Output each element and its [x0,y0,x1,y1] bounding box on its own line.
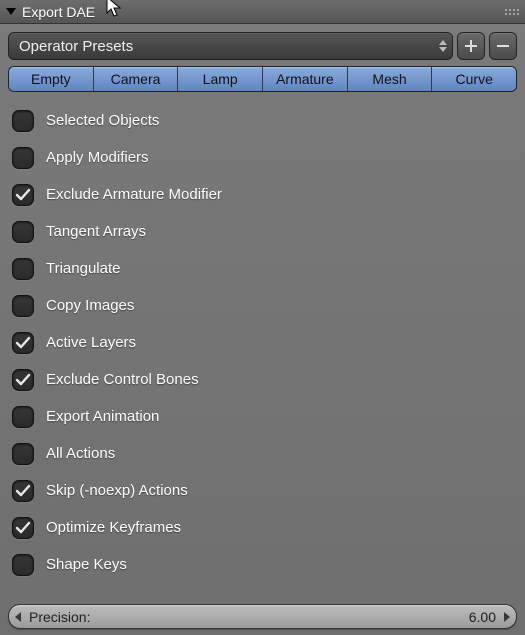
option-checkbox[interactable] [12,221,34,243]
option-row: Shape Keys [12,546,517,583]
minus-icon [496,39,510,53]
checkmark-icon [15,520,31,536]
option-checkbox[interactable] [12,184,34,206]
precision-label: Precision: [29,609,90,625]
option-label: Exclude Armature Modifier [46,186,222,203]
object-type-filter: Empty Camera Lamp Armature Mesh Curve [8,66,517,92]
panel-drag-grip-icon[interactable] [505,9,519,15]
option-label: Tangent Arrays [46,223,146,240]
option-label: All Actions [46,445,115,462]
option-checkbox[interactable] [12,480,34,502]
option-checkbox[interactable] [12,110,34,132]
mouse-cursor-icon [106,0,122,18]
type-button-label: Curve [456,71,493,87]
panel-title: Export DAE [22,4,95,20]
option-label: Selected Objects [46,112,159,129]
preset-row: Operator Presets [8,32,517,60]
remove-preset-button[interactable] [489,32,517,60]
type-button-label: Mesh [372,71,406,87]
option-row: Active Layers [12,324,517,361]
precision-row: Precision: 6.00 [8,604,517,629]
option-row: Triangulate [12,250,517,287]
type-button-label: Empty [31,71,71,87]
increment-arrow-icon[interactable] [504,612,510,622]
option-row: Selected Objects [12,102,517,139]
export-dae-panel: Export DAE Operator Presets [0,0,525,635]
option-checkbox[interactable] [12,554,34,576]
option-checkbox[interactable] [12,295,34,317]
option-checkbox[interactable] [12,147,34,169]
type-button-label: Armature [276,71,334,87]
option-label: Skip (-noexp) Actions [46,482,188,499]
checkmark-icon [15,483,31,499]
panel-header[interactable]: Export DAE [0,0,525,24]
option-label: Triangulate [46,260,121,277]
precision-value: 6.00 [469,609,496,625]
option-row: Tangent Arrays [12,213,517,250]
type-button-curve[interactable]: Curve [432,67,516,91]
plus-icon [464,39,478,53]
option-row: Apply Modifiers [12,139,517,176]
option-checkbox[interactable] [12,258,34,280]
checkmark-icon [15,187,31,203]
checkmark-icon [15,372,31,388]
checkmark-icon [15,335,31,351]
option-row: Exclude Control Bones [12,361,517,398]
option-checkbox[interactable] [12,443,34,465]
option-label: Apply Modifiers [46,149,149,166]
precision-field[interactable]: Precision: 6.00 [8,604,517,629]
option-row: All Actions [12,435,517,472]
dropdown-handle-icon [437,36,449,56]
add-preset-button[interactable] [457,32,485,60]
option-label: Exclude Control Bones [46,371,199,388]
option-checkbox[interactable] [12,406,34,428]
type-button-empty[interactable]: Empty [9,67,94,91]
preset-label: Operator Presets [19,38,133,55]
operator-presets-dropdown[interactable]: Operator Presets [8,32,453,60]
option-checkbox[interactable] [12,517,34,539]
type-button-label: Lamp [203,71,238,87]
decrement-arrow-icon[interactable] [15,612,21,622]
type-button-armature[interactable]: Armature [263,67,348,91]
collapse-triangle-icon[interactable] [6,8,16,15]
type-button-lamp[interactable]: Lamp [178,67,263,91]
type-button-mesh[interactable]: Mesh [348,67,433,91]
option-label: Export Animation [46,408,159,425]
option-label: Active Layers [46,334,136,351]
option-row: Skip (-noexp) Actions [12,472,517,509]
type-button-label: Camera [111,71,161,87]
option-label: Copy Images [46,297,134,314]
option-label: Shape Keys [46,556,127,573]
option-row: Optimize Keyframes [12,509,517,546]
type-button-camera[interactable]: Camera [94,67,179,91]
panel-content: Operator Presets EmptyCameraLampAr [0,24,525,583]
option-checkbox[interactable] [12,332,34,354]
option-label: Optimize Keyframes [46,519,181,536]
export-options-list: Selected Objects Apply Modifiers Exclude A… [8,102,517,583]
option-row: Copy Images [12,287,517,324]
option-row: Exclude Armature Modifier [12,176,517,213]
option-checkbox[interactable] [12,369,34,391]
option-row: Export Animation [12,398,517,435]
